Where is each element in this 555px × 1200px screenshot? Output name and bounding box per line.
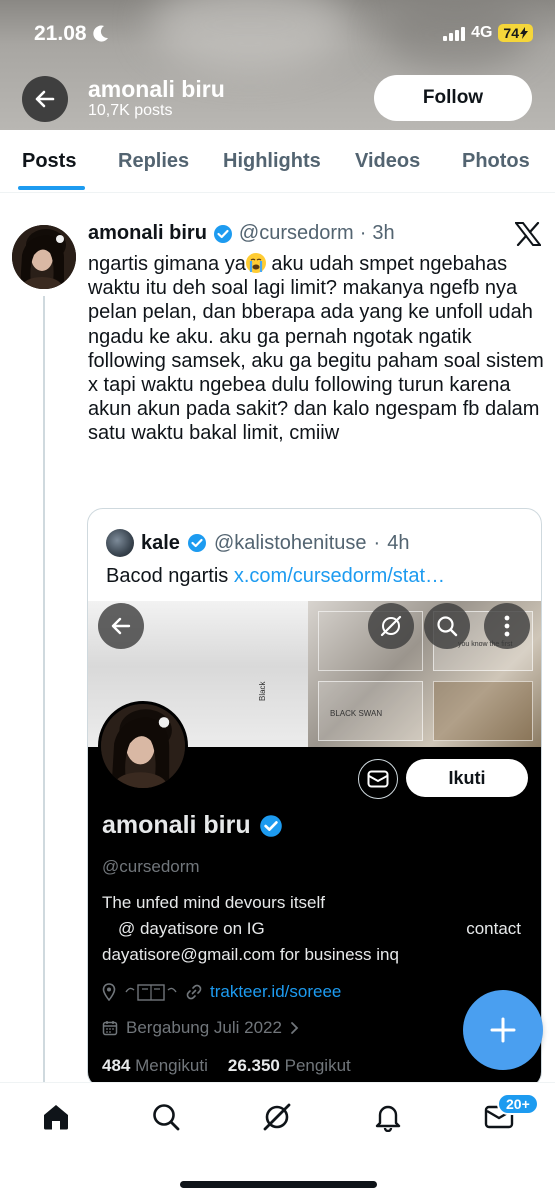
verified-badge-icon — [213, 224, 232, 243]
signal-icon — [443, 25, 466, 41]
screenshot-search-icon — [424, 603, 470, 649]
screenshot-bio-line: contact — [466, 919, 521, 938]
header-post-count: 10,7K posts — [88, 102, 173, 119]
tab-videos[interactable]: Videos — [355, 150, 420, 173]
post-timestamp[interactable]: 3h — [372, 222, 394, 245]
screenshot-following-stat: 484 Mengikuti — [102, 1056, 208, 1076]
book-emoji-icon — [125, 984, 177, 1001]
crying-emoji-icon — [245, 253, 266, 273]
post-author-handle[interactable]: @cursedorm — [239, 222, 354, 245]
quoted-author-avatar — [106, 529, 134, 557]
battery-level: 74 — [503, 25, 519, 41]
nav-home[interactable] — [36, 1097, 76, 1137]
post-author-name[interactable]: amonali biru — [88, 222, 207, 245]
screenshot-bio-line: @ dayatisore on IG — [118, 919, 265, 938]
post-header: amonali biru @cursedorm · 3h — [88, 222, 395, 245]
screenshot-message-icon — [358, 759, 398, 799]
header-banner-blur — [150, 0, 350, 70]
banner-caption: BLACK SWAN — [330, 709, 383, 718]
screenshot-joined-row: Bergabung Juli 2022 — [102, 1018, 300, 1038]
banner-caption: Black — [258, 681, 267, 701]
verified-badge-icon — [187, 534, 206, 552]
link-icon — [186, 984, 202, 1000]
screenshot-back-icon — [98, 603, 144, 649]
quoted-timestamp: 4h — [387, 531, 410, 554]
plus-icon — [490, 1017, 516, 1043]
quoted-text: Bacod ngartis — [106, 565, 234, 587]
calendar-icon — [102, 1021, 118, 1036]
grok-icon — [263, 1103, 291, 1131]
messages-badge: 20+ — [497, 1093, 539, 1115]
quoted-author-handle: @kalistohenituse — [213, 531, 367, 554]
tab-photos[interactable]: Photos — [462, 150, 530, 173]
active-tab-indicator — [18, 186, 85, 190]
followers-label: Pengikut — [284, 1056, 351, 1075]
following-count: 484 — [102, 1056, 131, 1075]
compose-button[interactable] — [463, 990, 543, 1070]
back-arrow-icon — [35, 90, 55, 108]
screenshot-profile-link: trakteer.id/soreee — [210, 982, 342, 1001]
screenshot-bio-line: dayatisore@gmail.com for business inq — [102, 945, 399, 964]
location-pin-icon — [102, 983, 116, 1001]
following-label: Mengikuti — [135, 1056, 208, 1075]
quoted-author-name: kale — [141, 531, 180, 554]
screenshot-handle: @cursedorm — [102, 857, 200, 876]
quoted-post-header: kale @kalistohenituse · 4h — [106, 529, 409, 557]
screenshot-bio-line: The unfed mind devours itself — [102, 893, 326, 912]
status-time: 21.08 — [34, 22, 109, 46]
nav-notifications[interactable] — [368, 1097, 408, 1137]
post-text-part: aku udah smpet ngebahas waktu itu deh so… — [88, 253, 544, 445]
clock: 21.08 — [34, 22, 87, 45]
screenshot-more-icon — [484, 603, 530, 649]
screenshot-follow-stats: 484 Mengikuti 26.350 Pengikut — [102, 1056, 351, 1076]
home-indicator — [180, 1181, 377, 1188]
post-body: ngartis gimana ya aku udah smpet ngebaha… — [88, 252, 548, 446]
screenshot-location-link-row: trakteer.id/soreee — [102, 982, 341, 1002]
home-icon — [44, 1105, 68, 1130]
screenshot-avatar — [98, 701, 188, 791]
post-text-part: ngartis gimana ya — [88, 253, 246, 275]
screenshot-joined-date: Bergabung Juli 2022 — [126, 1018, 282, 1037]
nav-search[interactable] — [146, 1097, 186, 1137]
separator-dot: · — [373, 531, 381, 554]
search-icon — [153, 1104, 180, 1131]
separator-dot: · — [359, 222, 367, 244]
network-label: 4G — [471, 24, 493, 41]
follow-button[interactable]: Follow — [374, 75, 532, 121]
profile-tabs: Posts Replies Highlights Videos Photos — [0, 130, 555, 193]
back-button[interactable] — [22, 76, 68, 122]
followers-count: 26.350 — [227, 1056, 280, 1075]
battery-icon: 74 — [498, 24, 533, 42]
status-indicators: 4G 74 — [443, 24, 533, 42]
header-username: amonali biru — [88, 76, 225, 102]
tab-replies[interactable]: Replies — [118, 150, 189, 173]
tab-posts[interactable]: Posts — [22, 150, 76, 173]
tab-highlights[interactable]: Highlights — [223, 150, 321, 173]
thread-line — [43, 296, 45, 1082]
screenshot-name-text: amonali biru — [102, 811, 251, 839]
profile-header: 21.08 4G 74 amonali biru 10,7K posts Fol… — [0, 0, 555, 130]
chevron-right-icon — [291, 1022, 299, 1034]
quoted-post-text: Bacod ngartis x.com/cursedorm/stat… — [106, 565, 445, 588]
screenshot-grok-icon — [368, 603, 414, 649]
charging-icon — [520, 27, 528, 39]
nav-grok[interactable] — [257, 1097, 297, 1137]
quoted-link[interactable]: x.com/cursedorm/stat… — [234, 565, 445, 587]
screenshot-profile-name: amonali biru — [102, 811, 283, 840]
bell-icon — [375, 1105, 401, 1132]
screenshot-follow-button: Ikuti — [406, 759, 528, 797]
screenshot-followers-stat: 26.350 Pengikut — [228, 1056, 351, 1076]
moon-icon — [92, 25, 108, 42]
post-avatar[interactable] — [12, 225, 76, 289]
x-logo-icon[interactable] — [515, 222, 541, 246]
verified-badge-icon — [259, 814, 282, 837]
